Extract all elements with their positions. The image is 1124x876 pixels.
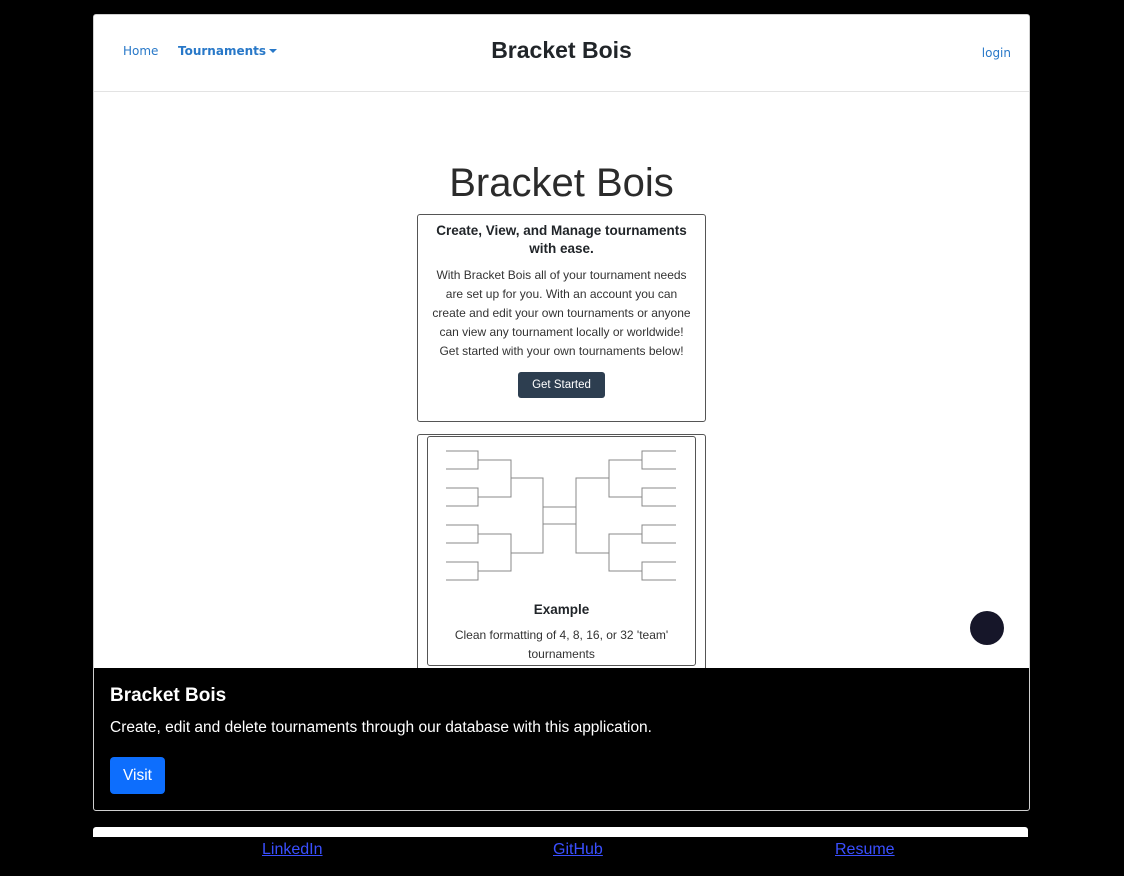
- navbar: Home Tournaments Bracket Bois login: [94, 15, 1029, 92]
- next-card-edge: [93, 827, 1028, 837]
- project-caption-overlay: Bracket Bois Create, edit and delete tou…: [94, 668, 1029, 810]
- bracket-diagram-image: [446, 450, 676, 581]
- nav-tournaments-label: Tournaments: [178, 44, 267, 58]
- overlay-description: Create, edit and delete tournaments thro…: [110, 719, 652, 736]
- intro-card: Create, View, and Manage tournaments wit…: [417, 214, 706, 422]
- example-card: Example Clean formatting of 4, 8, 16, or…: [417, 434, 706, 676]
- footer-github-link[interactable]: GitHub: [553, 841, 603, 859]
- footer-linkedin-link[interactable]: LinkedIn: [262, 841, 323, 859]
- example-card-inner: Example Clean formatting of 4, 8, 16, or…: [427, 436, 696, 666]
- overlay-title: Bracket Bois: [110, 685, 227, 706]
- project-preview-frame: Home Tournaments Bracket Bois login Brac…: [93, 14, 1030, 811]
- hero-title: Bracket Bois: [449, 161, 674, 205]
- nav-tournaments-dropdown[interactable]: Tournaments: [178, 44, 278, 58]
- intro-card-body: With Bracket Bois all of your tournament…: [432, 268, 691, 358]
- chat-bubble-button[interactable]: [970, 611, 1004, 645]
- example-title: Example: [533, 602, 590, 617]
- caret-down-icon: [269, 49, 278, 53]
- footer-resume-link[interactable]: Resume: [835, 841, 895, 859]
- get-started-button[interactable]: Get Started: [518, 372, 605, 398]
- visit-button[interactable]: Visit: [110, 757, 165, 794]
- nav-home-link[interactable]: Home: [123, 44, 158, 58]
- intro-card-heading: Create, View, and Manage tournaments wit…: [436, 223, 687, 256]
- example-description: Clean formatting of 4, 8, 16, or 32 'tea…: [454, 628, 669, 661]
- nav-login-link[interactable]: login: [982, 46, 1011, 60]
